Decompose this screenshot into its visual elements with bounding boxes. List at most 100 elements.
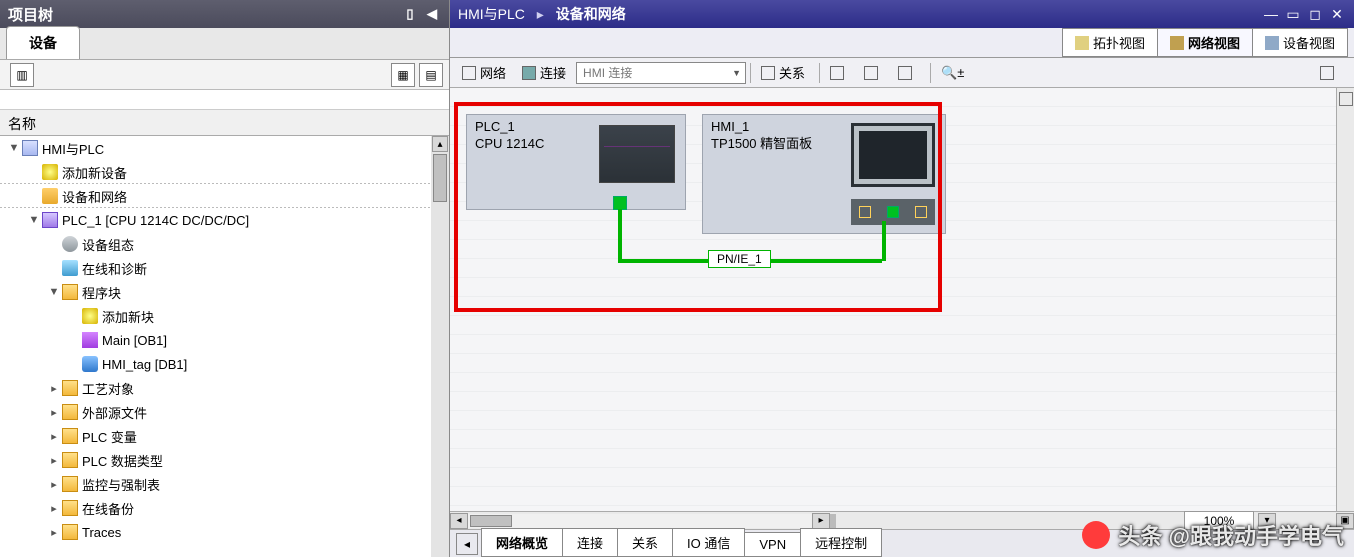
- win-close-icon[interactable]: ✕: [1328, 5, 1346, 23]
- btab-1[interactable]: 连接: [562, 528, 618, 557]
- btn-relation[interactable]: 关系: [755, 62, 811, 84]
- canvas-hscroll[interactable]: ◂ ▸ 100% ▾ ▣: [450, 511, 1354, 529]
- hmi-port-3[interactable]: [915, 206, 927, 218]
- tree-toggle[interactable]: ▸: [48, 526, 60, 539]
- tree-row-9[interactable]: HMI_tag [DB1]: [0, 352, 431, 376]
- tree-row-6[interactable]: ▼程序块: [0, 280, 431, 304]
- left-title: 项目树: [8, 4, 397, 25]
- tab-device-view[interactable]: 设备视图: [1252, 28, 1348, 57]
- canvas-vscroll[interactable]: [1336, 88, 1354, 511]
- tree-toggle[interactable]: ▸: [48, 382, 60, 395]
- device-hmi[interactable]: HMI_1 TP1500 精智面板: [702, 114, 946, 234]
- tree-label: Traces: [82, 525, 121, 540]
- tree-nav-icon[interactable]: ▥: [10, 63, 34, 87]
- zoom-dropdown-icon[interactable]: ▾: [1258, 513, 1276, 529]
- network-canvas[interactable]: PLC_1 CPU 1214C HMI_1 TP1500 精智面板: [450, 88, 1336, 511]
- left-blank-row: [0, 90, 449, 110]
- btn-zoom[interactable]: 🔍±: [935, 62, 970, 84]
- tb-icon-3[interactable]: [892, 62, 922, 84]
- collapse-left-icon[interactable]: ◀: [423, 5, 441, 23]
- tree-row-11[interactable]: ▸ 外部源文件: [0, 400, 431, 424]
- tree-label: HMI与PLC: [42, 139, 104, 158]
- fold-icon: [62, 284, 78, 300]
- breadcrumb-root[interactable]: HMI与PLC: [458, 6, 525, 22]
- hmi-port-2[interactable]: [887, 206, 899, 218]
- btab-4[interactable]: VPN: [744, 532, 801, 557]
- tree-row-2[interactable]: 设备和网络: [0, 184, 431, 208]
- tree-toggle[interactable]: ▸: [48, 430, 60, 443]
- tree-row-13[interactable]: ▸PLC 数据类型: [0, 448, 431, 472]
- scroll-thumb[interactable]: [433, 154, 447, 202]
- zoom-level[interactable]: 100%: [1184, 511, 1254, 531]
- tree-row-15[interactable]: ▸在线备份: [0, 496, 431, 520]
- pin-icon[interactable]: ▯: [401, 5, 419, 23]
- tree-row-14[interactable]: ▸监控与强制表: [0, 472, 431, 496]
- win-min-icon[interactable]: —: [1262, 5, 1280, 23]
- tree-toggle[interactable]: ▸: [48, 406, 60, 419]
- select-hmi-connection[interactable]: HMI 连接: [576, 62, 746, 84]
- tb-btn-2[interactable]: ▤: [419, 63, 443, 87]
- right-toolbar: 网络 连接 HMI 连接 关系 🔍±: [450, 58, 1354, 88]
- block-icon: [82, 332, 98, 348]
- tree-row-4[interactable]: 设备组态: [0, 232, 431, 256]
- tree-row-0[interactable]: ▼ HMI与PLC: [0, 136, 431, 160]
- tree-row-10[interactable]: ▸工艺对象: [0, 376, 431, 400]
- hmi-port-1[interactable]: [859, 206, 871, 218]
- tree-row-5[interactable]: 在线和诊断: [0, 256, 431, 280]
- net-icon: [42, 188, 58, 204]
- win-max-icon[interactable]: ◻: [1306, 5, 1324, 23]
- tree-label: 添加新设备: [62, 163, 127, 182]
- scroll-up-icon[interactable]: ▴: [432, 136, 448, 152]
- plc-type: CPU 1214C: [475, 136, 544, 153]
- btn-connect[interactable]: 连接: [516, 62, 572, 84]
- btn-network[interactable]: 网络: [456, 62, 512, 84]
- hscroll-thumb[interactable]: [470, 515, 512, 527]
- left-toolbar: ▥ ▦ ▤: [0, 60, 449, 90]
- btab-2[interactable]: 关系: [617, 528, 673, 557]
- tb-icon-2[interactable]: [858, 62, 888, 84]
- btab-5[interactable]: 远程控制: [800, 528, 882, 557]
- tab-device[interactable]: 设备: [6, 26, 80, 59]
- hscroll-right-icon[interactable]: ▸: [812, 513, 830, 529]
- win-restore-icon[interactable]: ▭: [1284, 5, 1302, 23]
- project-tree[interactable]: ▼ HMI与PLC 添加新设备设备和网络▼PLC_1 [CPU 1214C DC/D…: [0, 136, 431, 557]
- tree-label: 外部源文件: [82, 403, 147, 422]
- fold-icon: [62, 476, 78, 492]
- tree-row-12[interactable]: ▸PLC 变量: [0, 424, 431, 448]
- btab-0[interactable]: 网络概览: [481, 528, 563, 557]
- vscroll-up-icon[interactable]: [1339, 92, 1353, 106]
- tree-row-16[interactable]: ▸ Traces: [0, 520, 431, 544]
- tree-toggle[interactable]: ▼: [28, 214, 40, 226]
- plc-port[interactable]: [613, 196, 627, 210]
- view-tabs: 拓扑视图 网络视图 设备视图: [450, 28, 1354, 58]
- btn-toggle-pane[interactable]: [1314, 62, 1344, 84]
- hscroll-left-icon[interactable]: ◂: [450, 513, 468, 529]
- overview-icon[interactable]: ▣: [1336, 513, 1354, 529]
- tb-icon-1[interactable]: [824, 62, 854, 84]
- fold-icon: [62, 524, 78, 540]
- tab-topology[interactable]: 拓扑视图: [1062, 28, 1158, 57]
- tree-toggle[interactable]: ▸: [48, 478, 60, 491]
- tree-row-1[interactable]: 添加新设备: [0, 160, 431, 184]
- wire-seg-1[interactable]: [618, 209, 622, 259]
- tree-row-3[interactable]: ▼PLC_1 [CPU 1214C DC/DC/DC]: [0, 208, 431, 232]
- wire-seg-3[interactable]: [882, 221, 886, 261]
- tree-vscroll[interactable]: ▴: [431, 136, 449, 557]
- device-plc[interactable]: PLC_1 CPU 1214C: [466, 114, 686, 210]
- tb-btn-1[interactable]: ▦: [391, 63, 415, 87]
- tab-network[interactable]: 网络视图: [1157, 28, 1253, 57]
- btab-3[interactable]: IO 通信: [672, 528, 745, 557]
- network-icon: [1170, 36, 1184, 50]
- tree-toggle[interactable]: ▸: [48, 502, 60, 515]
- pane-icon: [1320, 66, 1334, 80]
- bottom-lead-icon[interactable]: ◂: [456, 533, 478, 555]
- tree-row-8[interactable]: Main [OB1]: [0, 328, 431, 352]
- tree-row-7[interactable]: 添加新块: [0, 304, 431, 328]
- tree-label: 在线和诊断: [82, 259, 147, 278]
- wire-label[interactable]: PN/IE_1: [708, 250, 771, 268]
- tree-toggle[interactable]: ▼: [48, 286, 60, 298]
- project-tree-panel: 项目树 ▯ ◀ 设备 ▥ ▦ ▤ 名称 ▼HMI与PLC添加新设备设备和网络▼P…: [0, 0, 450, 557]
- tree-toggle[interactable]: ▸: [48, 454, 60, 467]
- tree-toggle[interactable]: ▼: [8, 142, 20, 154]
- plc-labels: PLC_1 CPU 1214C: [475, 119, 544, 153]
